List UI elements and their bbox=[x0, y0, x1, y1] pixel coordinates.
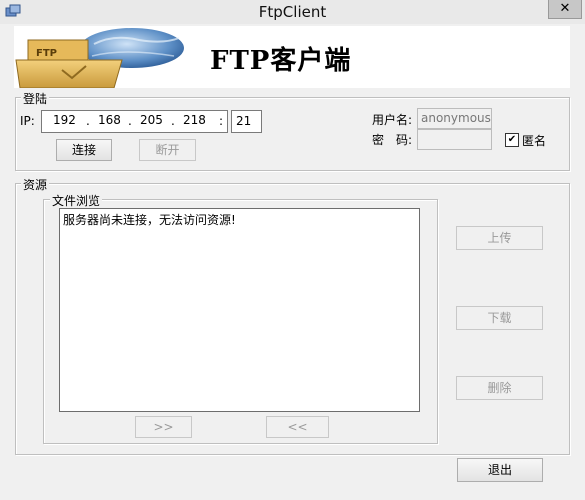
ip-octet-1: 192 bbox=[53, 113, 76, 127]
upload-button[interactable]: 上传 bbox=[456, 226, 543, 250]
ftp-folder-globe-icon: FTP bbox=[14, 26, 194, 89]
window-title: FtpClient bbox=[258, 3, 327, 21]
status-message: 服务器尚未连接，无法访问资源! bbox=[63, 213, 236, 227]
ip-dot: . bbox=[171, 114, 175, 128]
port-value: 21 bbox=[236, 114, 252, 128]
delete-button[interactable]: 删除 bbox=[456, 376, 543, 400]
ftp-logo-text: FTP bbox=[36, 48, 57, 59]
username-field[interactable]: anonymous bbox=[417, 108, 492, 129]
login-group-label: 登陆 bbox=[21, 90, 50, 107]
file-browse-label: 文件浏览 bbox=[50, 192, 103, 209]
password-field[interactable] bbox=[417, 129, 492, 150]
disconnect-button[interactable]: 断开 bbox=[139, 139, 196, 161]
download-button[interactable]: 下载 bbox=[456, 306, 543, 330]
password-label: 密 码: bbox=[372, 133, 413, 147]
file-list[interactable]: 服务器尚未连接，无法访问资源! bbox=[59, 208, 420, 412]
banner-title: FTP客户端 bbox=[210, 46, 352, 76]
ip-octet-3: 205 bbox=[140, 113, 163, 127]
forward-button[interactable]: >> bbox=[135, 416, 192, 438]
ip-dot: . bbox=[86, 114, 90, 128]
ip-octet-2: 168 bbox=[98, 113, 121, 127]
ip-octet-4: 218 bbox=[183, 113, 206, 127]
resources-group-label: 资源 bbox=[21, 176, 50, 193]
ip-dot: . bbox=[128, 114, 132, 128]
username-label: 用户名: bbox=[372, 113, 413, 127]
port-field[interactable]: 21 bbox=[231, 110, 262, 133]
connect-button[interactable]: 连接 bbox=[56, 139, 112, 161]
exit-button[interactable]: 退出 bbox=[457, 458, 543, 482]
port-separator: : bbox=[219, 114, 224, 128]
username-value: anonymous bbox=[421, 111, 491, 125]
ip-label: IP: bbox=[20, 114, 35, 128]
back-button[interactable]: << bbox=[266, 416, 329, 438]
checkmark-icon: ✔ bbox=[507, 134, 517, 145]
anonymous-label: 匿名 bbox=[522, 134, 547, 148]
anonymous-checkbox[interactable]: ✔ bbox=[505, 133, 519, 147]
close-button[interactable]: ✕ bbox=[548, 0, 582, 19]
